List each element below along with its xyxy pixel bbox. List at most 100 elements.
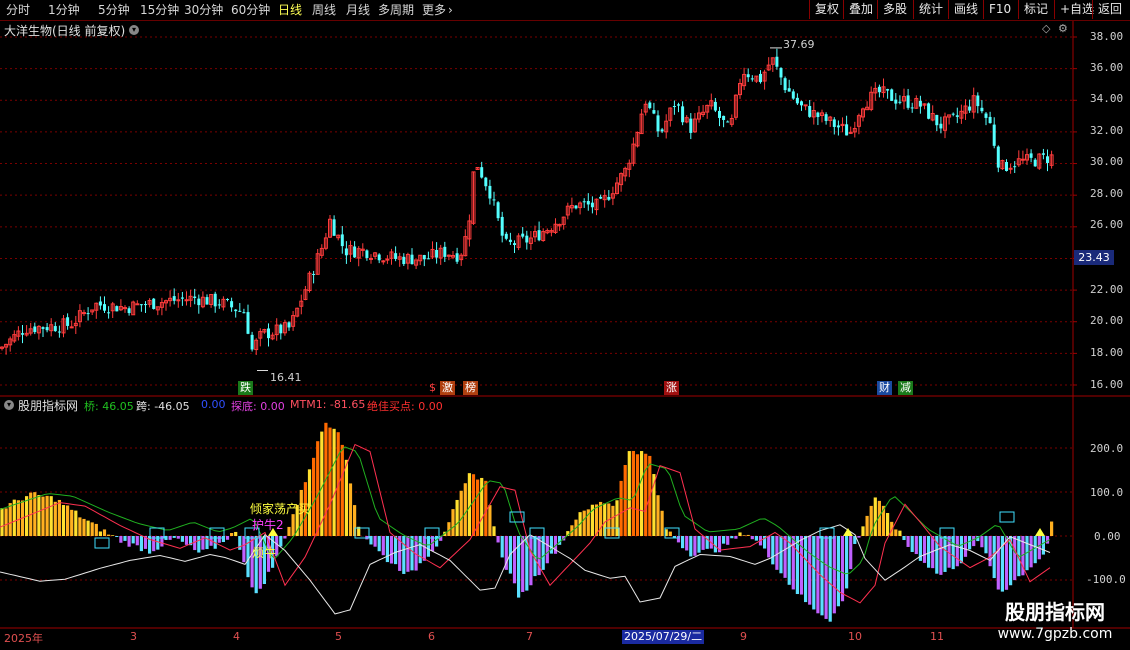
candle-body <box>935 114 939 126</box>
candle-body <box>45 327 49 331</box>
gear-icon[interactable]: ⚙ <box>1058 22 1068 35</box>
price-tick: 18.00 <box>1090 346 1124 359</box>
kline-chart-canvas[interactable] <box>0 0 1130 650</box>
indicator-bar <box>422 536 426 561</box>
candle-body <box>599 196 603 199</box>
candle-body <box>57 331 61 333</box>
indicator-bar <box>53 501 57 536</box>
indicator-bar <box>500 536 504 558</box>
indicator-bar <box>467 473 471 536</box>
candle-body <box>176 299 181 302</box>
price-tick: 20.00 <box>1090 314 1124 327</box>
buy-triangle <box>1035 528 1045 536</box>
candle-body <box>984 113 988 118</box>
candle-body <box>184 299 189 302</box>
candle-body <box>988 116 992 124</box>
candle-body <box>500 216 504 236</box>
indicator-bar <box>627 451 631 536</box>
event-badge-surge[interactable]: 激 <box>440 381 455 395</box>
indicator-bar <box>619 480 623 536</box>
candle-body <box>234 309 238 312</box>
chevron-down-icon[interactable]: ▾ <box>4 400 14 410</box>
indicator-bar <box>8 503 12 536</box>
candle-body <box>648 102 652 109</box>
indicator-bar <box>545 536 549 564</box>
event-badge-dollar[interactable]: $ <box>427 381 438 395</box>
candle-body <box>660 129 664 132</box>
indicator-bar <box>734 536 738 539</box>
candle-body <box>69 326 74 329</box>
event-badge-list[interactable]: 榜 <box>463 381 478 395</box>
date-tick: 3 <box>130 630 137 643</box>
indicator-bar <box>963 536 968 557</box>
candle-body <box>365 250 369 258</box>
candle-body <box>312 273 316 275</box>
indicator-bar <box>984 536 988 554</box>
indicator-bar <box>131 536 135 544</box>
indicator-bar <box>164 536 168 540</box>
candle-body <box>422 255 426 260</box>
indicator-bar <box>713 536 717 553</box>
indicator-bar <box>123 536 127 541</box>
candle-body <box>443 246 447 257</box>
chevron-down-icon[interactable]: ▾ <box>129 25 139 35</box>
indicator-bar <box>279 536 283 547</box>
indicator-bar <box>16 500 20 536</box>
indicator-bar <box>66 505 70 536</box>
indicator-line-series <box>0 443 1051 615</box>
indicator-bar <box>316 441 320 536</box>
indicator-bar <box>922 536 927 563</box>
indicator-bar <box>845 536 849 589</box>
candle-body <box>287 322 291 328</box>
candle-body <box>955 115 959 117</box>
indicator-bar <box>488 505 492 536</box>
candle-body <box>537 230 541 241</box>
event-badge-fall[interactable]: 跌 <box>238 381 253 395</box>
candle-body <box>21 333 24 335</box>
indicator-value-zero: 0.00 <box>201 398 226 411</box>
date-tick: 5 <box>335 630 342 643</box>
indicator-bar <box>168 536 172 540</box>
indicator-bar <box>910 536 914 552</box>
indicator-bar <box>898 530 902 536</box>
indicator-bar <box>291 514 295 536</box>
candle-body <box>824 114 828 121</box>
indicator-bar <box>377 536 381 552</box>
indicator-bar <box>865 515 869 536</box>
candle-body <box>586 201 590 205</box>
candle-body <box>992 124 996 146</box>
indicator-bar <box>783 536 787 578</box>
candle-body <box>918 100 922 107</box>
indicator-bar <box>906 536 910 547</box>
indicator-bar <box>537 536 541 576</box>
indicator-bar <box>242 536 246 563</box>
indicator-bar <box>41 496 45 536</box>
candle-body <box>332 219 336 236</box>
candle-body <box>107 312 111 314</box>
candle-body <box>369 257 373 260</box>
candle-body <box>353 246 357 258</box>
indicator-bar <box>943 536 947 572</box>
indicator-name[interactable]: 股朋指标网 <box>18 397 78 414</box>
indicator-bar <box>402 536 406 574</box>
indicator-bar <box>238 536 242 550</box>
indicator-bar <box>771 536 775 565</box>
event-badge-rise[interactable]: 涨 <box>664 381 679 395</box>
indicator-bar <box>234 531 238 536</box>
indicator-bar <box>184 536 189 545</box>
candle-body <box>53 326 57 332</box>
event-badge-reduce[interactable]: 减 <box>898 381 913 395</box>
candle-body <box>816 112 820 118</box>
indicator-bar <box>701 536 705 550</box>
candle-body <box>381 260 386 263</box>
candle-body <box>1020 158 1025 161</box>
candle-body <box>513 243 516 245</box>
candle-body <box>488 185 492 199</box>
diamond-icon[interactable]: ◇ <box>1042 22 1050 35</box>
price-tick: 34.00 <box>1090 92 1124 105</box>
indicator-bar <box>927 536 931 568</box>
indicator-bar <box>74 510 78 536</box>
event-badge-finance[interactable]: 财 <box>877 381 892 395</box>
indicator-bar <box>0 508 4 536</box>
candle-body <box>41 327 45 329</box>
